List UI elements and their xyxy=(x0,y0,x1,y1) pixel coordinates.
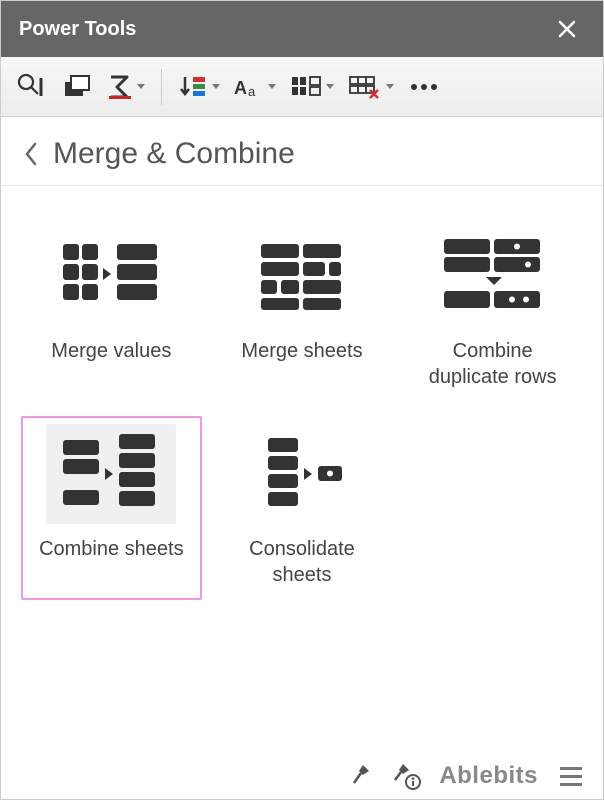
hamburger-icon[interactable] xyxy=(556,763,586,790)
merge-sheets-icon xyxy=(237,226,367,326)
tool-merge-values[interactable]: Merge values xyxy=(21,218,202,402)
tool-label: Combine sheets xyxy=(39,536,184,562)
tool-label: Combine duplicate rows xyxy=(413,338,573,390)
merge-values-icon xyxy=(46,226,176,326)
sum-tool-icon[interactable] xyxy=(103,66,149,108)
tool-merge-sheets[interactable]: Merge sheets xyxy=(212,218,393,402)
chevron-down-icon xyxy=(212,84,220,89)
combine-duplicate-rows-icon xyxy=(428,226,558,326)
tool-combine-sheets[interactable]: Combine sheets xyxy=(21,416,202,600)
pin-icon[interactable] xyxy=(349,763,373,789)
svg-text:a: a xyxy=(248,84,256,99)
svg-text:A: A xyxy=(234,78,247,98)
footer: Ablebits xyxy=(349,762,586,790)
consolidate-sheets-icon xyxy=(237,424,367,524)
sort-color-tool-icon[interactable] xyxy=(174,66,224,108)
tool-combine-duplicate-rows[interactable]: Combine duplicate rows xyxy=(402,218,583,402)
more-tools-icon[interactable] xyxy=(404,66,444,108)
breadcrumb: Merge & Combine xyxy=(1,117,603,186)
dedupe-tool-icon[interactable] xyxy=(11,66,51,108)
remove-tool-icon[interactable] xyxy=(344,66,398,108)
tool-grid: Merge values Merge sheets xyxy=(1,186,603,632)
tool-label: Consolidate sheets xyxy=(222,536,382,588)
text-tool-icon[interactable]: A a xyxy=(230,66,280,108)
brand-label: Ablebits xyxy=(439,762,538,790)
tool-label: Merge sheets xyxy=(241,338,362,364)
compare-tool-icon[interactable] xyxy=(57,66,97,108)
chevron-down-icon xyxy=(137,84,145,89)
page-title: Merge & Combine xyxy=(53,137,295,171)
combine-sheets-icon xyxy=(46,424,176,524)
window-title: Power Tools xyxy=(19,18,136,41)
pin-info-icon[interactable] xyxy=(391,762,421,790)
tool-label: Merge values xyxy=(51,338,171,364)
split-tool-icon[interactable] xyxy=(286,66,338,108)
close-icon[interactable] xyxy=(549,15,585,43)
tool-consolidate-sheets[interactable]: Consolidate sheets xyxy=(212,416,393,600)
toolbar-separator xyxy=(161,69,162,105)
chevron-down-icon xyxy=(326,84,334,89)
titlebar: Power Tools xyxy=(1,1,603,57)
toolbar: A a xyxy=(1,57,603,117)
chevron-down-icon xyxy=(386,84,394,89)
back-icon[interactable] xyxy=(19,141,43,167)
chevron-down-icon xyxy=(268,84,276,89)
